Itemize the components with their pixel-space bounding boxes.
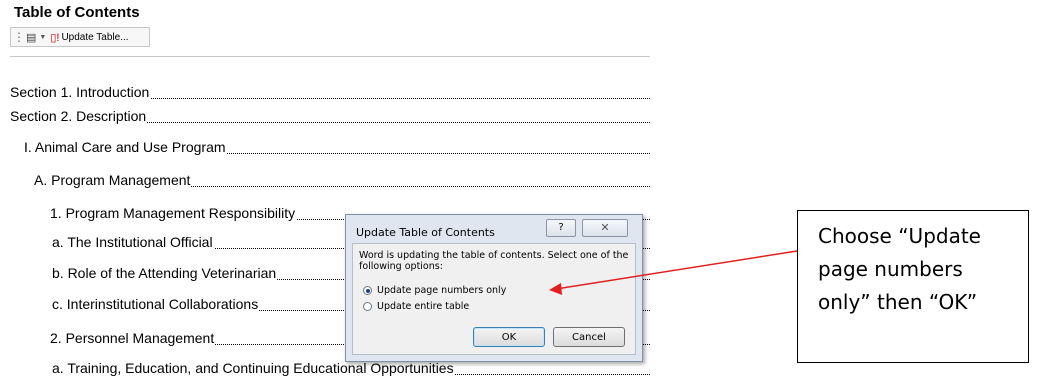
toc-entry-label: 1. Program Management Responsibility — [50, 205, 297, 221]
grip-icon[interactable]: ⋮ — [13, 30, 25, 44]
callout-line: only” then “OK” — [818, 290, 978, 314]
toc-entry-label: c. Interinstitutional Collaborations — [52, 296, 260, 312]
dialog-title: Update Table of Contents — [356, 226, 495, 239]
toc-entry[interactable]: I. Animal Care and Use Program — [24, 138, 650, 156]
toc-entry[interactable]: A. Program Management — [34, 171, 650, 189]
option-update-page-numbers[interactable]: Update page numbers only — [363, 285, 506, 296]
update-table-button[interactable]: ▯! Update Table... — [50, 31, 128, 44]
dialog-body: Word is updating the table of contents. … — [352, 243, 636, 355]
document-icon[interactable]: ▤ — [26, 31, 36, 44]
ok-button[interactable]: OK — [473, 327, 545, 347]
help-button[interactable]: ? — [546, 219, 576, 237]
toc-heading: Table of Contents — [14, 4, 140, 21]
toc-entry-label: a. The Institutional Official — [52, 234, 214, 250]
toc-toolbar: ⋮ ▤ ▼ ▯! Update Table... — [10, 27, 150, 47]
toc-entry[interactable]: Section 1. Introduction — [10, 83, 650, 101]
cancel-button[interactable]: Cancel — [553, 327, 625, 347]
chevron-down-icon[interactable]: ▼ — [39, 34, 46, 41]
toc-entry-label: Section 2. Description — [10, 108, 148, 124]
update-table-label: Update Table... — [61, 31, 129, 43]
dialog-message: Word is updating the table of contents. … — [359, 250, 629, 272]
radio-unselected[interactable] — [363, 302, 372, 311]
update-toc-dialog: Update Table of Contents ? ✕ Word is upd… — [345, 214, 643, 362]
toc-entry-label: I. Animal Care and Use Program — [24, 139, 227, 155]
instruction-callout: Choose “Update page numbers only” then “… — [797, 210, 1029, 363]
toc-entry[interactable]: Section 2. Description — [10, 107, 650, 125]
toc-entry-label: 2. Personnel Management — [50, 330, 216, 346]
update-table-icon: ▯! — [50, 31, 60, 44]
toc-entry-label: a. Training, Education, and Continuing E… — [52, 360, 455, 376]
option-label: Update entire table — [377, 301, 470, 312]
callout-line: page numbers — [818, 257, 963, 281]
toc-entry-label: Section 1. Introduction — [10, 84, 151, 100]
toc-entry-label: A. Program Management — [34, 172, 192, 188]
toc-entry-label: b. Role of the Attending Veterinarian — [52, 265, 278, 281]
divider — [10, 56, 650, 57]
close-button[interactable]: ✕ — [582, 219, 628, 237]
option-label: Update page numbers only — [377, 285, 507, 296]
option-update-entire-table[interactable]: Update entire table — [363, 301, 469, 312]
callout-line: Choose “Update — [818, 224, 981, 248]
radio-selected[interactable] — [363, 286, 372, 295]
